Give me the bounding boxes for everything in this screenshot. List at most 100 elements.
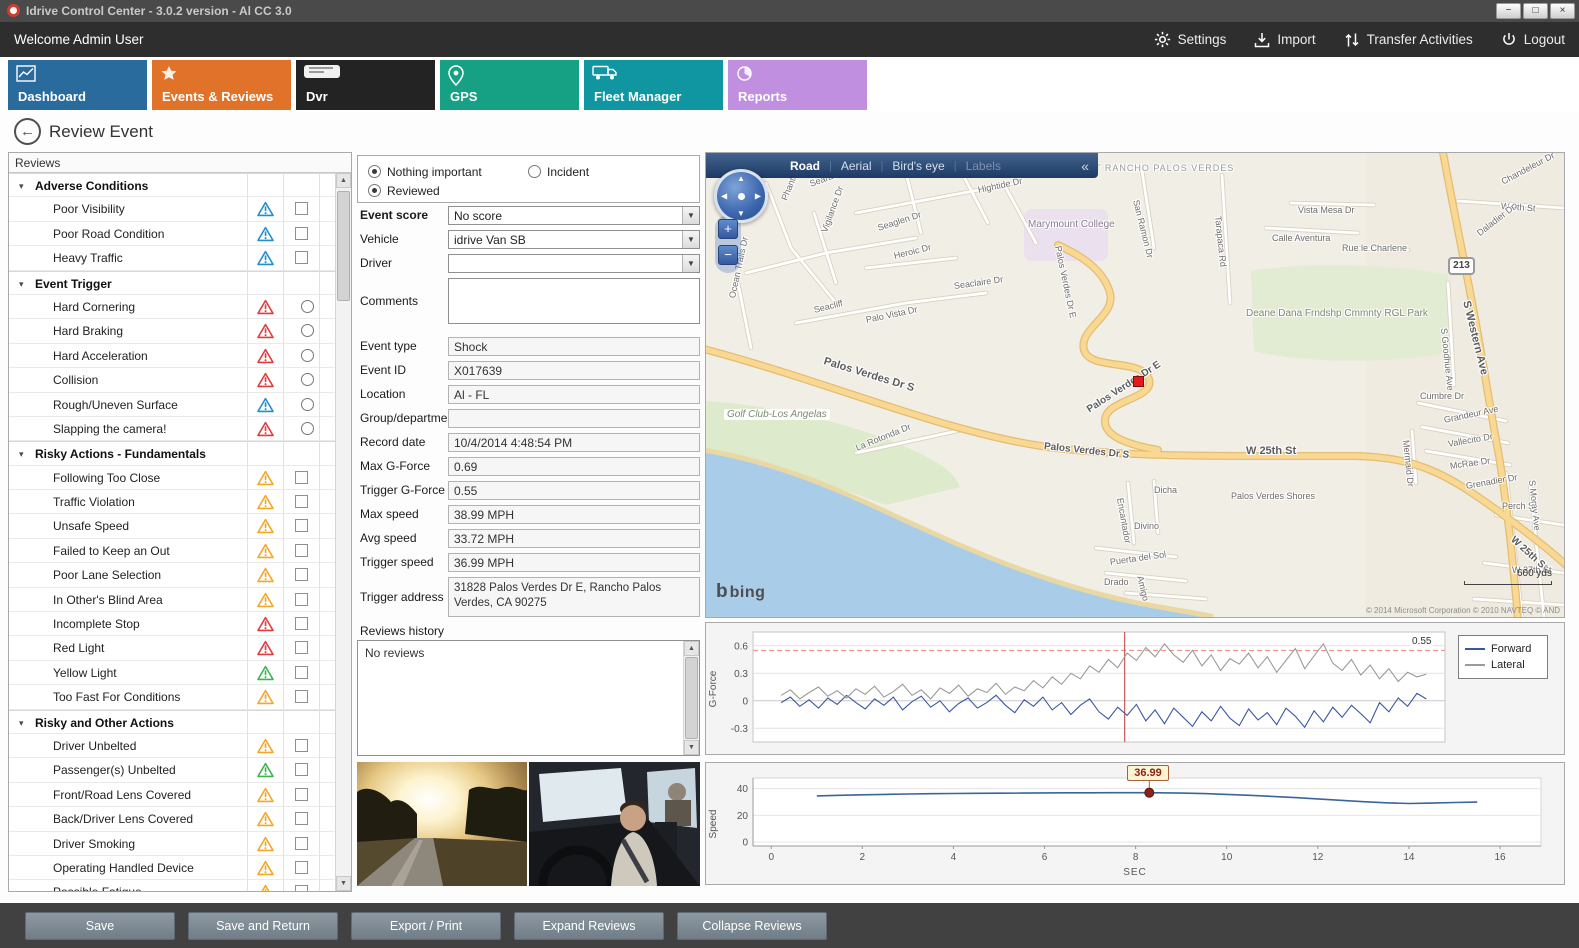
- location-field[interactable]: Al - FL: [448, 385, 700, 404]
- scroll-up-icon[interactable]: ▲: [336, 173, 351, 188]
- review-item[interactable]: Hard Acceleration: [9, 344, 335, 368]
- review-radio[interactable]: [301, 398, 314, 411]
- expander-icon[interactable]: ▾: [19, 711, 24, 735]
- review-checkbox[interactable]: [295, 788, 308, 801]
- review-item[interactable]: Incomplete Stop: [9, 612, 335, 636]
- expander-icon[interactable]: ▾: [19, 272, 24, 296]
- scroll-thumb[interactable]: [337, 191, 350, 301]
- review-item[interactable]: Operating Handled Device: [9, 856, 335, 880]
- tab-dvr[interactable]: Dvr: [296, 60, 435, 110]
- review-category[interactable]: ▾Event Trigger: [9, 271, 335, 295]
- tab-gps[interactable]: GPS: [440, 60, 579, 110]
- trigger-speed-field[interactable]: 36.99 MPH: [448, 553, 700, 572]
- map-zoom-out-button[interactable]: −: [718, 245, 738, 265]
- map-tab-birds-eye[interactable]: Bird's eye: [892, 159, 944, 173]
- incident-radio[interactable]: [528, 165, 541, 178]
- review-item[interactable]: Hard Cornering: [9, 295, 335, 319]
- review-item[interactable]: Back/Driver Lens Covered: [9, 807, 335, 831]
- review-item[interactable]: Traffic Violation: [9, 490, 335, 514]
- review-checkbox[interactable]: [295, 690, 308, 703]
- review-radio[interactable]: [301, 373, 314, 386]
- review-checkbox[interactable]: [295, 812, 308, 825]
- review-checkbox[interactable]: [295, 739, 308, 752]
- review-item[interactable]: Collision: [9, 368, 335, 392]
- comments-textarea[interactable]: [448, 278, 700, 324]
- review-item[interactable]: Passenger(s) Unbelted: [9, 758, 335, 782]
- toolbar-action-import[interactable]: Import: [1254, 32, 1315, 48]
- pan-right-icon[interactable]: ▶: [755, 192, 761, 201]
- review-checkbox[interactable]: [295, 251, 308, 264]
- review-category[interactable]: ▾Risky and Other Actions: [9, 710, 335, 734]
- review-category[interactable]: ▾Adverse Conditions: [9, 173, 335, 197]
- map-zoom-in-button[interactable]: +: [718, 219, 738, 239]
- review-checkbox[interactable]: [295, 568, 308, 581]
- save-button[interactable]: Save: [25, 912, 175, 940]
- back-button[interactable]: ←: [14, 118, 41, 145]
- expand-reviews-button[interactable]: Expand Reviews: [514, 912, 664, 940]
- map-tab-labels[interactable]: Labels: [966, 159, 1001, 173]
- review-item[interactable]: Too Fast For Conditions: [9, 685, 335, 709]
- map-tab-aerial[interactable]: Aerial: [841, 159, 872, 173]
- max-gforce-field[interactable]: 0.69: [448, 457, 700, 476]
- review-item[interactable]: Poor Road Condition: [9, 222, 335, 246]
- map-collapse-button[interactable]: «: [1081, 158, 1089, 174]
- review-item[interactable]: Poor Lane Selection: [9, 563, 335, 587]
- review-item[interactable]: Rough/Uneven Surface: [9, 393, 335, 417]
- driver-select[interactable]: ▼: [448, 254, 700, 273]
- review-checkbox[interactable]: [295, 593, 308, 606]
- expander-icon[interactable]: ▾: [19, 174, 24, 198]
- review-item[interactable]: Hard Braking: [9, 319, 335, 343]
- pan-down-icon[interactable]: ▼: [737, 209, 745, 218]
- review-checkbox[interactable]: [295, 861, 308, 874]
- review-radio[interactable]: [301, 324, 314, 337]
- review-checkbox[interactable]: [295, 471, 308, 484]
- group-department-field[interactable]: [448, 409, 700, 428]
- minimize-button[interactable]: −: [1496, 3, 1521, 19]
- review-checkbox[interactable]: [295, 885, 308, 891]
- event-location-marker[interactable]: [1133, 376, 1144, 387]
- review-checkbox[interactable]: [295, 837, 308, 850]
- review-item[interactable]: Slapping the camera!: [9, 417, 335, 441]
- save-and-return-button[interactable]: Save and Return: [188, 912, 338, 940]
- scroll-down-icon[interactable]: ▼: [684, 740, 699, 755]
- tab-reports[interactable]: Reports: [728, 60, 867, 110]
- history-scrollbar[interactable]: ▲ ▼: [683, 641, 699, 755]
- toolbar-action-transfer-activities[interactable]: Transfer Activities: [1344, 32, 1473, 48]
- trigger-address-field[interactable]: 31828 Palos Verdes Dr E, Rancho Palos Ve…: [448, 577, 700, 617]
- map[interactable]: EAST RANCHO PALOS VERDESMarymount Colleg…: [705, 152, 1565, 618]
- pan-left-icon[interactable]: ◀: [721, 192, 727, 201]
- trigger-gforce-field[interactable]: 0.55: [448, 481, 700, 500]
- review-checkbox[interactable]: [295, 641, 308, 654]
- event-id-field[interactable]: X017639: [448, 361, 700, 380]
- scroll-thumb[interactable]: [685, 657, 698, 739]
- tab-events-reviews[interactable]: Events & Reviews: [152, 60, 291, 110]
- review-item[interactable]: Red Light: [9, 636, 335, 660]
- review-radio[interactable]: [301, 300, 314, 313]
- collapse-reviews-button[interactable]: Collapse Reviews: [677, 912, 827, 940]
- review-item[interactable]: Possible Fatigue: [9, 880, 335, 891]
- avg-speed-field[interactable]: 33.72 MPH: [448, 529, 700, 548]
- expander-icon[interactable]: ▾: [19, 442, 24, 466]
- driver-camera-thumbnail[interactable]: [529, 762, 700, 886]
- map-compass-control[interactable]: ▲ ▼ ◀ ▶: [714, 169, 768, 223]
- reviewed-radio[interactable]: [368, 184, 381, 197]
- review-item[interactable]: Driver Smoking: [9, 832, 335, 856]
- review-item[interactable]: Front/Road Lens Covered: [9, 783, 335, 807]
- event-score-select[interactable]: No score▼: [448, 206, 700, 225]
- toolbar-action-settings[interactable]: Settings: [1154, 31, 1227, 48]
- review-checkbox[interactable]: [295, 763, 308, 776]
- review-item[interactable]: In Other's Blind Area: [9, 588, 335, 612]
- pan-up-icon[interactable]: ▲: [737, 174, 745, 183]
- tab-dashboard[interactable]: Dashboard: [8, 60, 147, 110]
- review-radio[interactable]: [301, 422, 314, 435]
- scroll-down-icon[interactable]: ▼: [336, 876, 351, 891]
- review-item[interactable]: Failed to Keep an Out: [9, 539, 335, 563]
- forward-camera-thumbnail[interactable]: [357, 762, 527, 886]
- review-checkbox[interactable]: [295, 519, 308, 532]
- toolbar-action-logout[interactable]: Logout: [1501, 32, 1565, 48]
- review-checkbox[interactable]: [295, 666, 308, 679]
- reviews-history-list[interactable]: No reviews ▲ ▼: [357, 640, 700, 756]
- vehicle-select[interactable]: idrive Van SB▼: [448, 230, 700, 249]
- close-button[interactable]: ×: [1550, 3, 1575, 19]
- review-radio[interactable]: [301, 349, 314, 362]
